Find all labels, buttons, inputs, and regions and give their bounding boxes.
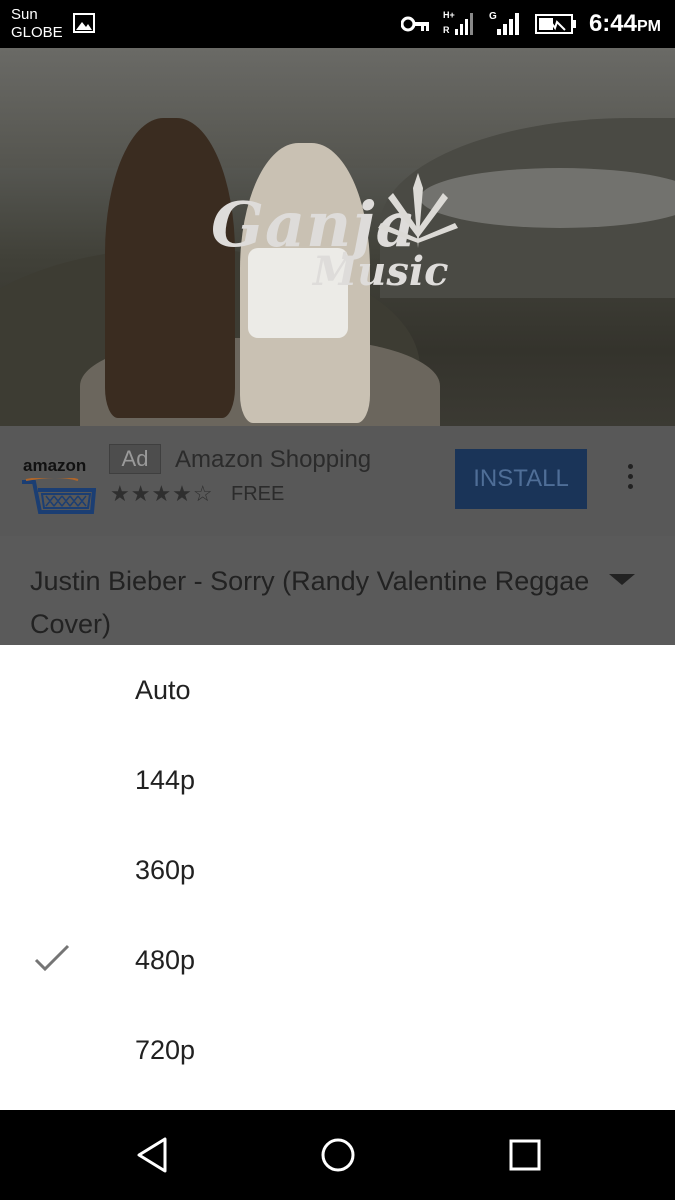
quality-option-label: 480p (135, 945, 196, 975)
navigation-bar (0, 1110, 675, 1200)
ad-badge: Ad (109, 444, 161, 474)
clock: 6:44PM (589, 10, 661, 38)
quality-menu: Auto 144p 360p 480p 720p (0, 645, 675, 1110)
network-label-g: G (489, 11, 497, 22)
carrier-line1: Sun (11, 6, 38, 23)
vpn-key-icon (400, 16, 429, 32)
more-options-icon[interactable] (622, 464, 638, 494)
clock-time: 6:44 (588, 10, 637, 37)
carrier-label: Sun GLOBE (11, 6, 63, 42)
amazon-wordmark: amazon (23, 456, 87, 475)
channel-logo: Ganja Music (205, 173, 458, 308)
quality-option-label: 720p (135, 1035, 196, 1065)
expand-icon[interactable] (609, 574, 635, 585)
video-player[interactable]: Ganja Music (0, 48, 675, 426)
status-bar: Sun GLOBE H+ R G 6:44PM (0, 0, 675, 48)
network-label-hplus: H+ (443, 10, 455, 20)
quality-option-720p[interactable]: 720p (0, 1005, 675, 1095)
cart-icon (22, 478, 96, 514)
carrier-line2: GLOBE (11, 24, 63, 41)
clock-suffix: PM (637, 18, 661, 35)
video-title-row[interactable]: Justin Bieber - Sorry (Randy Valentine R… (0, 536, 675, 645)
battery-icon (534, 14, 576, 34)
ad-banner[interactable]: amazon Ad Amazon Shopping ★★★★☆ FREE INS… (0, 426, 675, 536)
ad-app-title: Amazon Shopping (175, 446, 372, 473)
check-icon (34, 944, 70, 972)
signal-icon: G (489, 11, 519, 35)
quality-option-auto[interactable]: Auto (0, 645, 675, 735)
quality-option-label: 360p (135, 855, 196, 885)
ad-price: FREE (231, 483, 285, 505)
back-icon[interactable] (131, 1133, 175, 1177)
quality-option-label: 144p (135, 765, 196, 795)
status-icons: H+ R G 6:44PM (400, 6, 661, 42)
signal-icon: H+ R (443, 10, 473, 35)
quality-option-144p[interactable]: 144p (0, 735, 675, 825)
home-icon[interactable] (316, 1133, 360, 1177)
quality-option-360p[interactable]: 360p (0, 825, 675, 915)
quality-option-label: Auto (135, 675, 191, 705)
rating-stars: ★★★★☆ (110, 481, 214, 506)
network-label-r: R (443, 25, 450, 35)
gallery-icon (73, 13, 95, 33)
video-title: Justin Bieber - Sorry (Randy Valentine R… (30, 566, 590, 639)
quality-option-480p[interactable]: 480p (0, 915, 675, 1005)
amazon-app-icon: amazon (20, 450, 96, 520)
leaf-icon (378, 173, 458, 248)
recents-icon[interactable] (503, 1133, 547, 1177)
install-button[interactable]: INSTALL (455, 449, 587, 509)
